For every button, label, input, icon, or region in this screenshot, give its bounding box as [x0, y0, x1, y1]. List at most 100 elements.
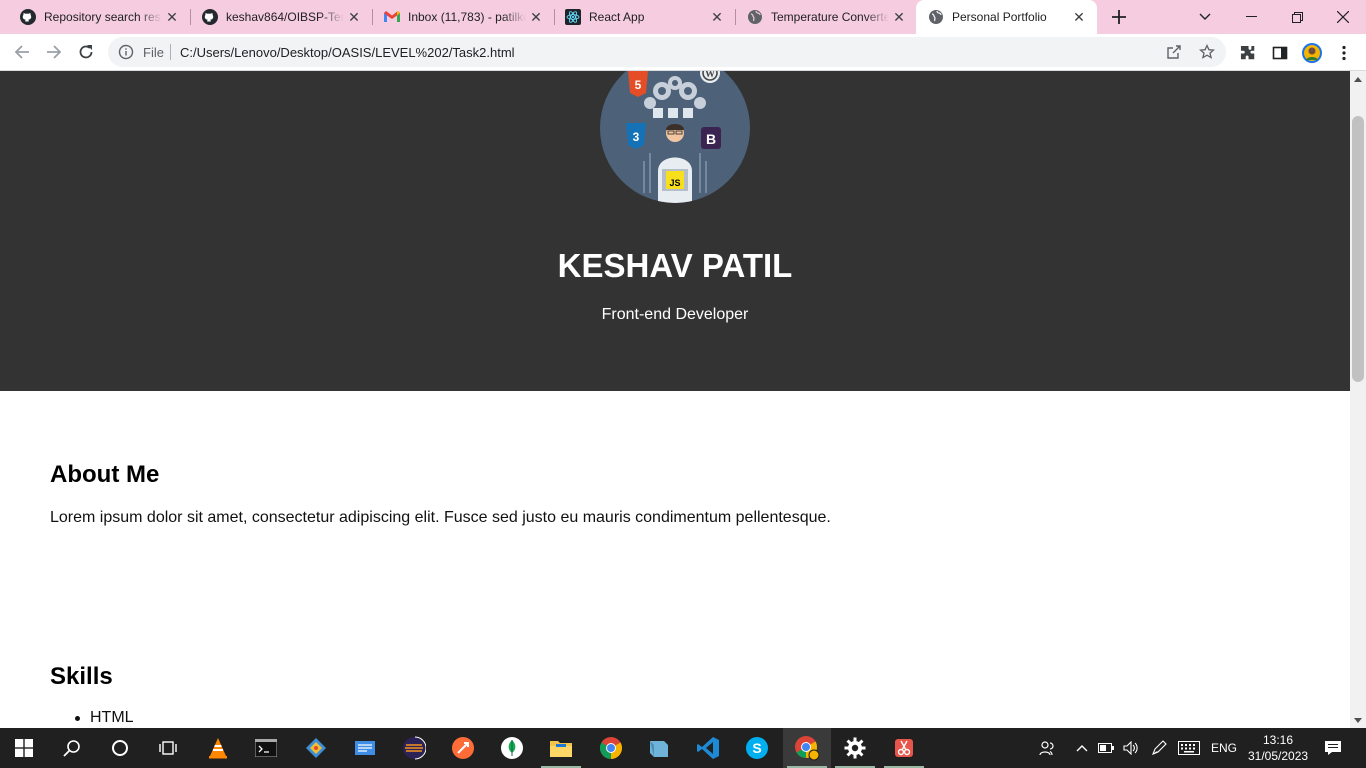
profile-image: 5 3 W B JS [600, 71, 750, 203]
vertical-scrollbar[interactable] [1350, 71, 1366, 728]
subtitle: Front-end Developer [601, 306, 749, 323]
skype-app[interactable]: S [733, 728, 781, 768]
task-view-button[interactable] [144, 728, 192, 768]
tab-search-button[interactable] [1182, 0, 1228, 34]
github-icon [202, 9, 218, 25]
arrow-right-icon [47, 45, 62, 59]
bookmark-star-icon[interactable] [1198, 43, 1216, 65]
back-button[interactable] [10, 40, 34, 64]
git-app[interactable] [292, 728, 340, 768]
chrome-icon [600, 737, 622, 759]
svg-text:5: 5 [635, 78, 642, 92]
minimize-icon [1245, 16, 1257, 17]
tab-title: Inbox (11,783) - patilkeshav [408, 10, 526, 24]
keyboard-icon[interactable] [1176, 728, 1202, 768]
skills-list: HTML [75, 709, 134, 727]
tab-oibsp-repo[interactable]: keshav864/OIBSP-Temperature ✕ [182, 0, 372, 34]
about-text: Lorem ipsum dolor sit amet, consectetur … [50, 509, 831, 526]
notifications-icon[interactable] [1318, 728, 1348, 768]
new-tab-button[interactable] [1108, 6, 1130, 28]
close-icon[interactable]: ✕ [344, 7, 364, 27]
divider [170, 44, 171, 60]
mongodb-icon [501, 737, 523, 759]
cortana-icon [112, 740, 128, 756]
start-button[interactable] [0, 728, 48, 768]
developer-illustration-icon: 5 3 W B JS [600, 71, 750, 203]
snipping-app[interactable] [635, 728, 683, 768]
reload-button[interactable] [74, 40, 98, 64]
postman-icon [452, 737, 474, 759]
avatar-icon [1302, 43, 1322, 63]
file-explorer-app[interactable] [537, 728, 585, 768]
close-icon[interactable]: ✕ [162, 7, 182, 27]
scrollbar-thumb[interactable] [1352, 116, 1364, 382]
list-item: HTML [75, 709, 134, 726]
tab-repository-search[interactable]: Repository search results ✕ [0, 0, 190, 34]
pen-icon[interactable] [1148, 728, 1170, 768]
url-text[interactable]: C:/Users/Lenovo/Desktop/OASIS/LEVEL%202/… [180, 45, 515, 60]
clock[interactable]: 13:16 31/05/2023 [1248, 732, 1308, 764]
svg-text:JS: JS [669, 178, 680, 188]
forward-button[interactable] [42, 40, 66, 64]
cortana-button[interactable] [96, 728, 144, 768]
side-panel-icon[interactable] [1270, 43, 1290, 63]
edit-tool-icon [650, 741, 668, 757]
people-icon[interactable] [1036, 728, 1058, 768]
volume-icon[interactable] [1120, 728, 1142, 768]
search-button[interactable] [48, 728, 96, 768]
minimize-button[interactable] [1228, 0, 1274, 34]
eclipse-app[interactable] [390, 728, 438, 768]
close-icon[interactable]: ✕ [1069, 7, 1089, 27]
tab-react-app[interactable]: React App ✕ [545, 0, 735, 34]
chrome-profile-app[interactable] [783, 728, 831, 768]
svg-text:S: S [752, 740, 761, 756]
restore-icon [1291, 11, 1303, 23]
postman-app[interactable] [439, 728, 487, 768]
terminal-app[interactable] [242, 728, 290, 768]
chrome-app[interactable] [587, 728, 635, 768]
tab-gmail-inbox[interactable]: Inbox (11,783) - patilkeshav ✕ [364, 0, 554, 34]
gmail-icon [384, 9, 400, 25]
clock-date: 31/05/2023 [1248, 749, 1309, 763]
snip-sketch-app[interactable] [880, 728, 928, 768]
language-indicator[interactable]: ENG [1206, 728, 1242, 768]
scroll-up-icon[interactable] [1350, 71, 1366, 87]
share-icon[interactable] [1166, 44, 1182, 65]
scissors-icon [895, 739, 913, 757]
chevron-up-icon[interactable] [1072, 728, 1092, 768]
close-icon[interactable]: ✕ [707, 7, 727, 27]
tab-title: Repository search results [44, 10, 162, 24]
tab-personal-portfolio[interactable]: Personal Portfolio ✕ [916, 0, 1097, 34]
notepad-icon [355, 741, 375, 755]
globe-icon [747, 9, 763, 25]
terminal-icon [255, 739, 277, 757]
clock-time: 13:16 [1262, 733, 1294, 747]
close-icon[interactable]: ✕ [889, 7, 909, 27]
vscode-app[interactable] [684, 728, 732, 768]
folder-icon [550, 741, 572, 757]
extensions-icon[interactable] [1238, 43, 1258, 63]
profile-avatar[interactable] [1302, 43, 1322, 63]
battery-icon[interactable] [1096, 728, 1116, 768]
close-icon[interactable]: ✕ [526, 7, 546, 27]
info-icon[interactable] [118, 44, 134, 65]
arrow-left-icon [14, 45, 29, 59]
address-bar[interactable]: File C:/Users/Lenovo/Desktop/OASIS/LEVEL… [108, 37, 1226, 67]
gear-icon [844, 737, 866, 759]
svg-text:3: 3 [633, 130, 640, 144]
notepad-app[interactable] [341, 728, 389, 768]
hero-section: 5 3 W B JS KESHAV PATIL Front-end Develo… [0, 71, 1350, 391]
vscode-icon [697, 737, 719, 759]
vlc-app[interactable] [194, 728, 242, 768]
tab-title: keshav864/OIBSP-Temperature [226, 10, 344, 24]
tab-temperature-converter[interactable]: Temperature Converter ✕ [727, 0, 917, 34]
github-icon [20, 9, 36, 25]
settings-app[interactable] [831, 728, 879, 768]
scroll-down-icon[interactable] [1350, 712, 1366, 728]
close-window-button[interactable] [1320, 0, 1366, 34]
tab-title: Personal Portfolio [952, 10, 1047, 24]
restore-button[interactable] [1274, 0, 1320, 34]
mongodb-app[interactable] [488, 728, 536, 768]
menu-icon[interactable] [1334, 43, 1354, 63]
task-view-icon [159, 741, 177, 755]
